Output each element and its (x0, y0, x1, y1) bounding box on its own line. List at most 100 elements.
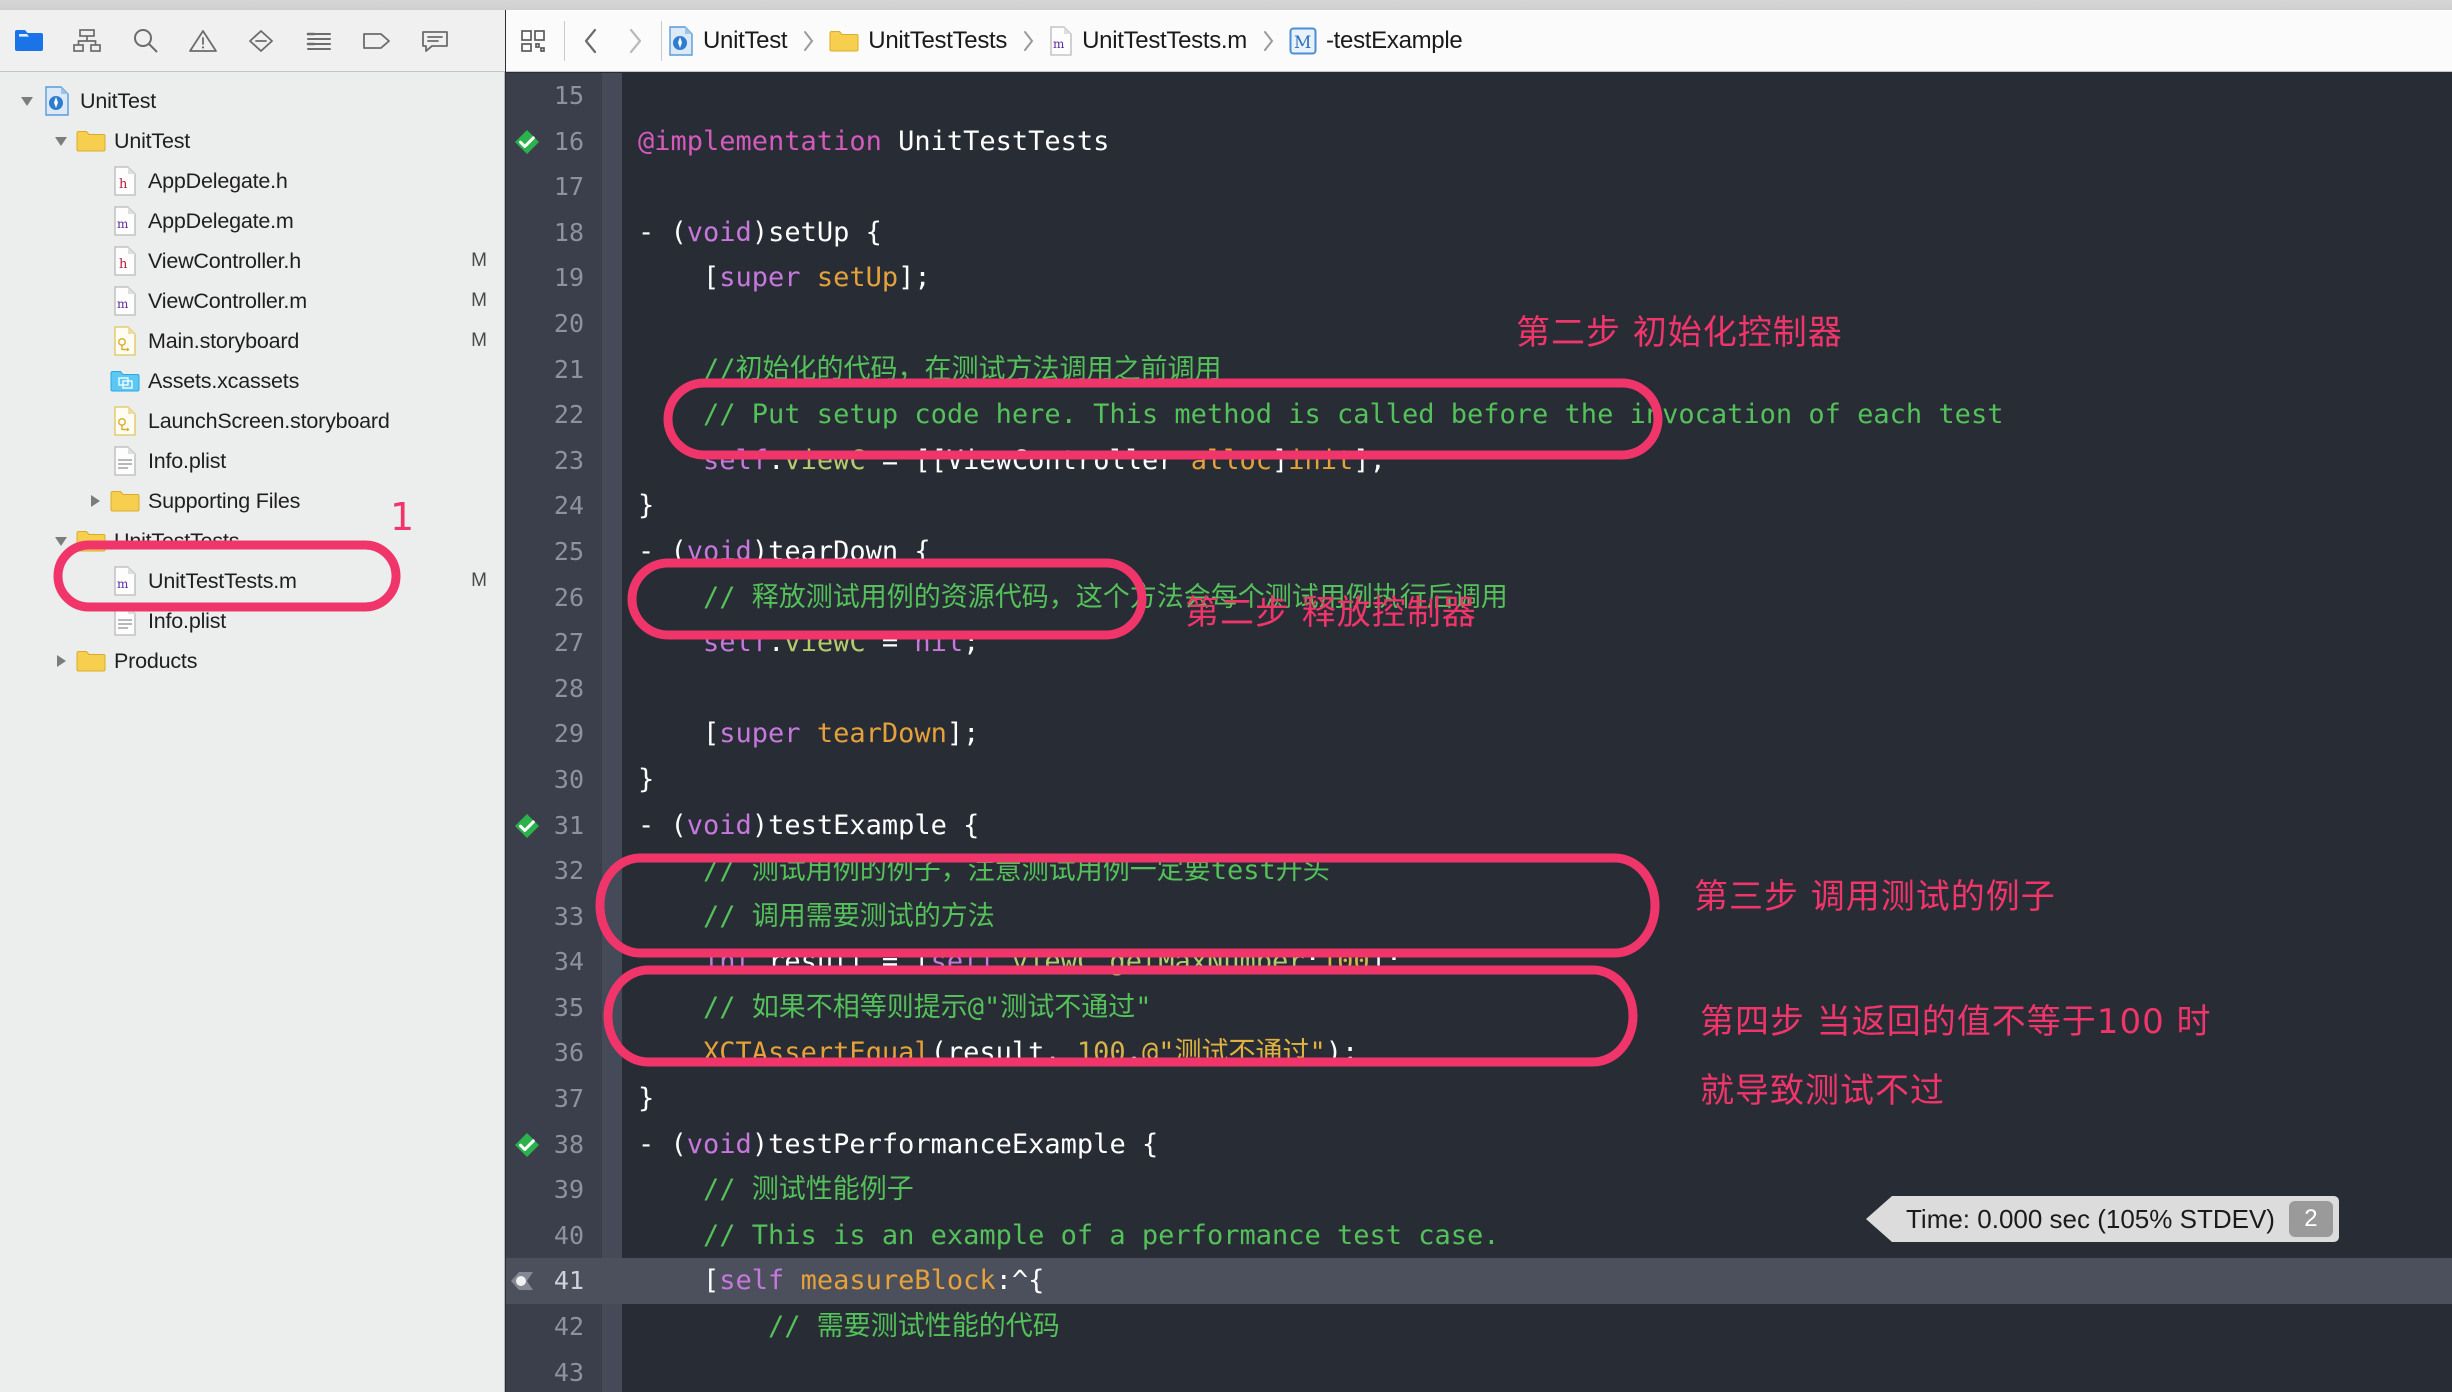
folder-icon[interactable] (0, 10, 58, 72)
search-icon[interactable] (116, 10, 174, 72)
nav-row-launchscreen-storyboard[interactable]: LaunchScreen.storyboard (0, 401, 505, 441)
project-file-tree[interactable]: UnitTest UnitTest h AppDelegate.h m AppDelega… (0, 73, 505, 1392)
code-line-23[interactable]: 23 self.viewC = [[ViewController alloc]i… (506, 438, 2452, 484)
code-line-20[interactable]: 20 (506, 301, 2452, 347)
code-line-43[interactable]: 43 (506, 1350, 2452, 1392)
related-items-icon[interactable] (506, 10, 560, 72)
nav-row-unittesttests-m[interactable]: m UnitTestTests.m M (0, 561, 505, 601)
code-line-37[interactable]: 37} (506, 1076, 2452, 1122)
disclosure-triangle-icon[interactable] (14, 92, 40, 110)
code-line-31[interactable]: 31 - (void)testExample { (506, 803, 2452, 849)
nav-row-appdelegate-h[interactable]: h AppDelegate.h (0, 161, 505, 201)
breadcrumb-item-unittest[interactable]: UnitTest (666, 10, 789, 72)
line-number: 40 (553, 1220, 584, 1250)
jump-bar: UnitTest UnitTestTests m UnitTestTests.m M -t… (506, 10, 2452, 72)
line-number: 28 (553, 673, 584, 703)
nav-item-label: LaunchScreen.storyboard (148, 408, 390, 433)
report-bubble-icon[interactable] (406, 10, 464, 72)
code-line-26[interactable]: 26 // 释放测试用例的资源代码，这个方法会每个测试用例执行后调用 (506, 575, 2452, 621)
line-number: 17 (553, 172, 584, 202)
line-number: 16 (553, 126, 584, 156)
svg-text:h: h (119, 177, 128, 192)
nav-item-label: UnitTestTests.m (148, 568, 297, 593)
nav-row-products[interactable]: Products (0, 641, 505, 681)
debug-list-icon[interactable] (290, 10, 348, 72)
test-diamond-icon[interactable] (232, 10, 290, 72)
code-text: self.viewC = nil; (703, 627, 980, 659)
warning-triangle-icon[interactable] (174, 10, 232, 72)
nav-row-appdelegate-m[interactable]: m AppDelegate.m (0, 201, 505, 241)
modified-flag: M (471, 250, 487, 271)
code-line-33[interactable]: 33 // 调用需要测试的方法 (506, 894, 2452, 940)
source-file-icon: m (108, 566, 142, 596)
code-line-38[interactable]: 38 - (void)testPerformanceExample { (506, 1122, 2452, 1168)
nav-row-supporting-files[interactable]: Supporting Files (0, 481, 505, 521)
nav-row-assets-xcassets[interactable]: Assets.xcassets (0, 361, 505, 401)
code-line-32[interactable]: 32 // 测试用例的例子，注意测试用例一定要test开头 (506, 848, 2452, 894)
disclosure-triangle-icon[interactable] (82, 492, 108, 510)
xcode-project-icon (668, 25, 694, 56)
line-number: 37 (553, 1084, 584, 1114)
disclosure-triangle-icon[interactable] (48, 532, 74, 550)
nav-row-info-plist[interactable]: Info.plist (0, 441, 505, 481)
storyboard-icon (108, 326, 142, 356)
code-text: // 调用需要测试的方法 (638, 900, 995, 932)
source-file-icon: m (108, 206, 142, 236)
code-line-29[interactable]: 29 [super tearDown]; (506, 711, 2452, 757)
code-line-21[interactable]: 21 //初始化的代码，在测试方法调用之前调用 (506, 347, 2452, 393)
code-line-34[interactable]: 34 int result = [self.viewC getMaxNumber… (506, 939, 2452, 985)
code-line-30[interactable]: 30} (506, 757, 2452, 803)
breadcrumb-item--testexample[interactable]: M -testExample (1287, 10, 1464, 72)
code-line-25[interactable]: 25 - (void)tearDown { (506, 529, 2452, 575)
line-number: 20 (553, 308, 584, 338)
navigator-toolbar (0, 10, 505, 72)
nav-item-label: UnitTest (114, 128, 191, 153)
code-line-28[interactable]: 28 (506, 666, 2452, 712)
source-code-editor[interactable]: 15 16 @implementation UnitTestTests 17 18 - (… (506, 73, 2452, 1392)
breadcrumb[interactable]: UnitTest UnitTestTests m UnitTestTests.m M -t… (666, 10, 1464, 72)
nav-row-main-storyboard[interactable]: Main.storyboard M (0, 321, 505, 361)
disclosure-triangle-icon[interactable] (48, 652, 74, 670)
line-number: 38 (553, 1129, 584, 1159)
code-line-19[interactable]: 19 [super setUp]; (506, 255, 2452, 301)
breadcrumb-item-unittesttests[interactable]: UnitTestTests (827, 10, 1009, 72)
code-text: } (638, 490, 655, 522)
disclosure-triangle-icon[interactable] (48, 132, 74, 150)
nav-row-info-plist[interactable]: Info.plist (0, 601, 505, 641)
nav-row-unittest[interactable]: UnitTest (0, 121, 505, 161)
code-line-27[interactable]: 27 self.viewC = nil; (506, 620, 2452, 666)
forward-button[interactable] (613, 10, 657, 72)
breadcrumb-chevron-icon (1261, 28, 1275, 54)
breakpoint-tag-icon[interactable] (348, 10, 406, 72)
code-text: // 测试用例的例子，注意测试用例一定要test开头 (638, 855, 1330, 887)
code-text: // 需要测试性能的代码 (638, 1311, 1060, 1343)
nav-row-unittest[interactable]: UnitTest (0, 81, 505, 121)
code-line-17[interactable]: 17 (506, 164, 2452, 210)
breadcrumb-item-unittesttests-m[interactable]: m UnitTestTests.m (1047, 10, 1249, 72)
nav-row-viewcontroller-m[interactable]: m ViewController.m M (0, 281, 505, 321)
code-line-41[interactable]: 41 [self measureBlock:^{ (506, 1258, 2452, 1305)
code-line-18[interactable]: 18 - (void)setUp { (506, 210, 2452, 256)
code-line-35[interactable]: 35 // 如果不相等则提示@"测试不通过" (506, 985, 2452, 1031)
hierarchy-icon[interactable] (58, 10, 116, 72)
code-line-15[interactable]: 15 (506, 73, 2452, 119)
code-line-16[interactable]: 16 @implementation UnitTestTests (506, 119, 2452, 165)
xcode-project-icon (40, 86, 74, 116)
code-text: // 如果不相等则提示@"测试不通过" (638, 991, 1152, 1023)
code-text: - (void)tearDown { (638, 535, 931, 567)
line-number: 35 (553, 992, 584, 1022)
method-m-icon: M (1289, 27, 1317, 55)
nav-row-viewcontroller-h[interactable]: h ViewController.h M (0, 241, 505, 281)
code-line-22[interactable]: 22 // Put setup code here. This method i… (506, 392, 2452, 438)
code-text: @implementation UnitTestTests (638, 125, 1110, 157)
line-number: 30 (553, 764, 584, 794)
code-line-36[interactable]: 36 XCTAssertEqual(result, 100,@"测试不通过"); (506, 1030, 2452, 1076)
code-line-42[interactable]: 42 // 需要测试性能的代码 (506, 1304, 2452, 1350)
nav-item-label: Products (114, 648, 198, 673)
code-text: [super tearDown]; (638, 718, 980, 750)
code-line-24[interactable]: 24} (506, 483, 2452, 529)
header-file-icon: h (108, 166, 142, 196)
line-number: 39 (553, 1175, 584, 1205)
back-button[interactable] (569, 10, 613, 72)
nav-row-unittesttests[interactable]: UnitTestTests (0, 521, 505, 561)
